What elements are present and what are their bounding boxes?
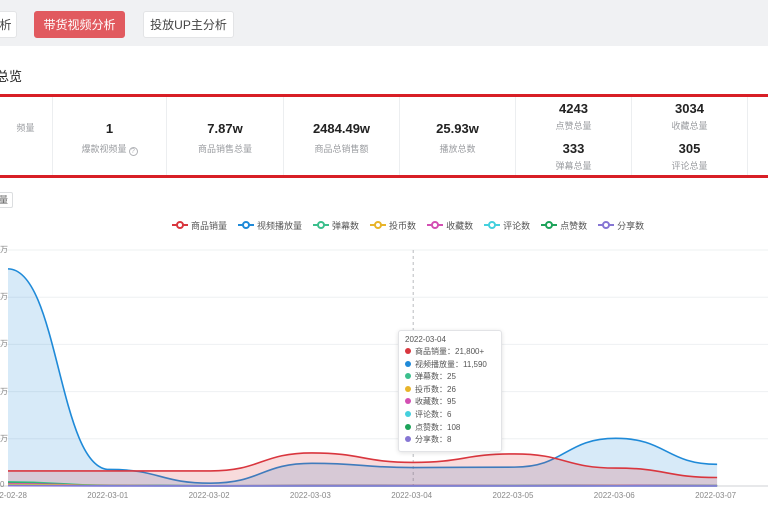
y-tick-label: 万 (0, 339, 8, 349)
tooltip-date: 2022-03-04 (405, 335, 446, 344)
x-tick-label: 2022-03-04 (391, 491, 433, 500)
tooltip-dot (405, 410, 411, 417)
tooltip-text: 评论数：6 (415, 409, 452, 419)
y-tick-label: 0 (0, 480, 5, 489)
tooltip-dot (405, 398, 411, 405)
y-tick-label: 万 (0, 292, 8, 302)
x-tick-label: 2022-02-28 (0, 491, 27, 500)
tooltip-dot (405, 423, 411, 430)
tooltip-text: 商品销量：21,800+ (415, 347, 485, 356)
tooltip-row: 评论数：6 (405, 409, 495, 422)
tooltip-row: 弹幕数：25 (405, 371, 495, 384)
tooltip-text: 弹幕数：25 (415, 372, 456, 382)
tooltip-text: 点赞数：108 (415, 422, 461, 432)
y-tick-label: 万 (0, 386, 8, 396)
chart-tooltip: 2022-03-04 商品销量：21,800+ 视频播放量：11,590 弹幕数：2… (398, 330, 502, 452)
x-tick-label: 2022-03-03 (289, 491, 331, 500)
tooltip-row: 点赞数：108 (405, 422, 495, 435)
tooltip-text: 投币数：26 (415, 384, 456, 394)
tooltip-text: 收藏数：95 (415, 397, 456, 407)
tooltip-dot (405, 373, 411, 380)
tooltip-rows: 商品销量：21,800+ 视频播放量：11,590 弹幕数：25 投币数：26 收藏数：… (405, 346, 495, 447)
trend-chart[interactable] (0, 0, 768, 510)
tooltip-row: 分享数：8 (405, 434, 495, 447)
tooltip-row: 视频播放量：11,590 (405, 359, 495, 372)
y-tick-label: 万 (0, 433, 8, 443)
x-tick-label: 2022-03-05 (492, 491, 534, 500)
tooltip-dot (405, 360, 411, 367)
x-tick-label: 2022-03-01 (87, 491, 129, 500)
tooltip-dot (405, 436, 411, 443)
series-area (8, 268, 718, 486)
tooltip-row: 商品销量：21,800+ (405, 346, 495, 359)
x-tick-label: 2022-03-02 (188, 491, 230, 500)
tooltip-row: 收藏数：95 (405, 396, 495, 409)
tooltip-text: 视频播放量：11,590 (415, 359, 487, 369)
tooltip-dot (405, 385, 411, 392)
y-tick-label: 万 (0, 245, 8, 254)
tooltip-dot (405, 348, 411, 354)
tooltip-row: 投币数：26 (405, 384, 495, 397)
x-tick-label: 2022-03-06 (593, 491, 635, 500)
tooltip-text: 分享数：8 (415, 435, 452, 445)
x-tick-label: 2022-03-07 (695, 491, 737, 500)
